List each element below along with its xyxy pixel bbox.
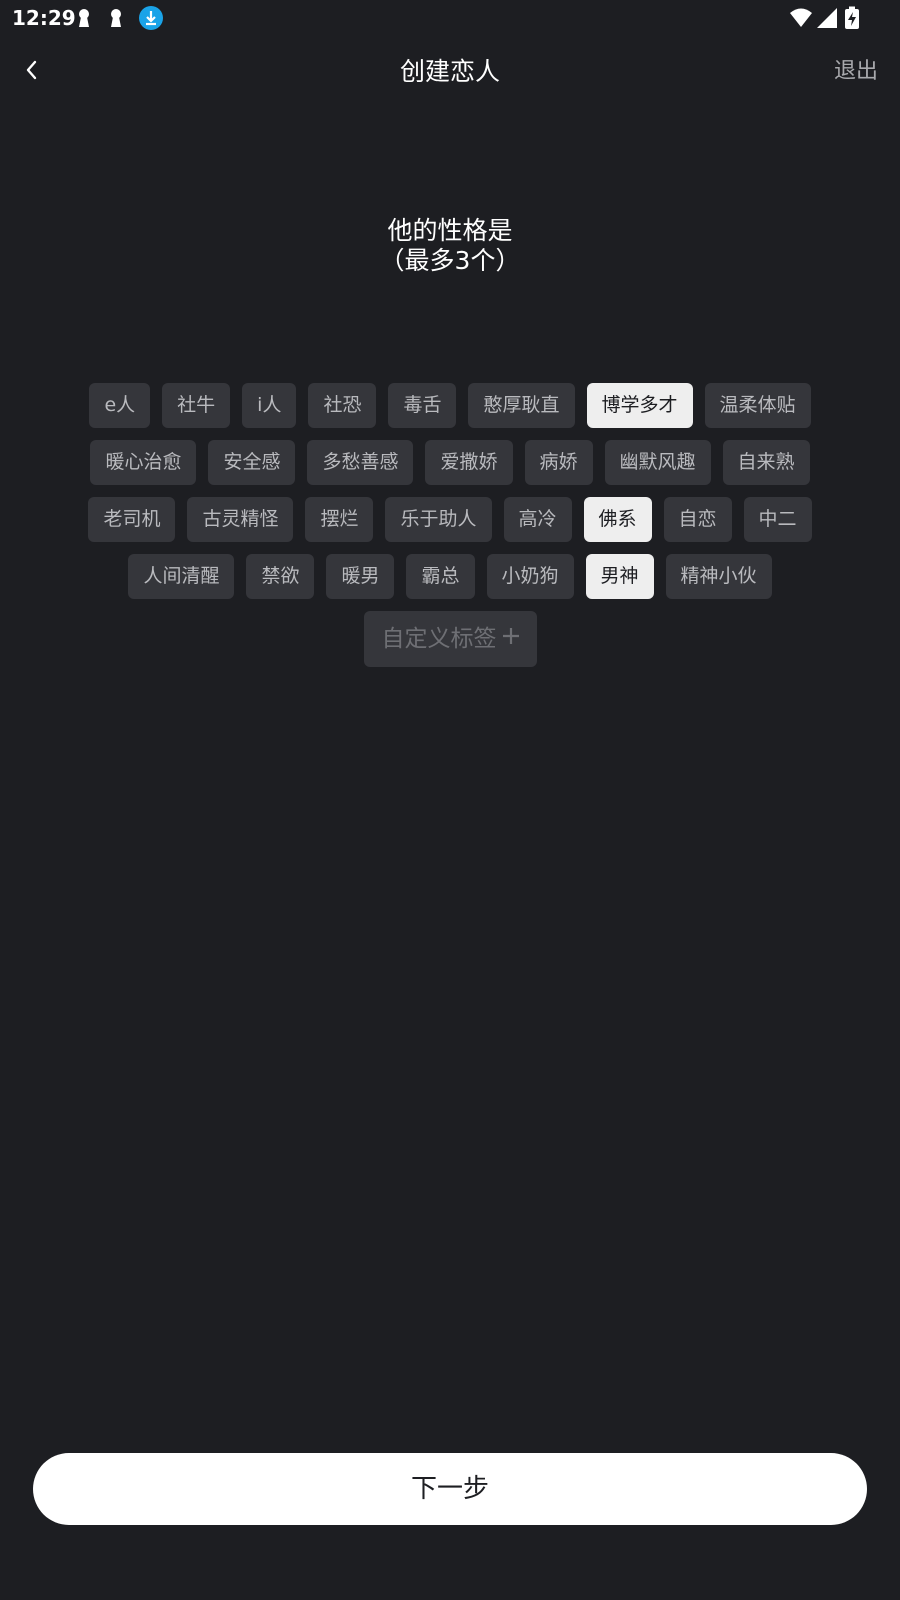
personality-tag-selected[interactable]: 博学多才	[586, 383, 693, 428]
personality-tag[interactable]: 高冷	[503, 497, 572, 542]
status-bar: 12:29	[0, 0, 900, 36]
next-step-button[interactable]: 下一步	[33, 1453, 867, 1525]
page-title: 创建恋人	[399, 57, 500, 86]
tag-row: 人间清醒 禁欲 暖男 霸总 小奶狗 男神 精神小伙	[60, 554, 840, 599]
personality-tag[interactable]: 霸总	[406, 554, 475, 599]
personality-tag[interactable]: 暖男	[326, 554, 395, 599]
personality-tag[interactable]: 自恋	[663, 497, 732, 542]
personality-tag[interactable]: 温柔体贴	[704, 383, 811, 428]
personality-tag-list: e人 社牛 i人 社恐 毒舌 憨厚耿直 博学多才 温柔体贴 暖心治愈 安全感 多愁善感 爱撒娇 病娇 幽默…	[60, 383, 840, 667]
custom-tag-row: 自定义标签	[60, 611, 840, 667]
custom-tag-button[interactable]: 自定义标签	[363, 611, 537, 667]
question-title: 他的性格是	[387, 216, 513, 245]
personality-tag[interactable]: 老司机	[88, 497, 176, 542]
personality-tag[interactable]: 毒舌	[388, 383, 457, 428]
personality-tag-selected[interactable]: 佛系	[583, 497, 652, 542]
personality-tag[interactable]: 人间清醒	[128, 554, 235, 599]
personality-tag[interactable]: 暖心治愈	[90, 440, 197, 485]
keyhole-icon	[72, 6, 96, 30]
personality-tag[interactable]: 社恐	[308, 383, 377, 428]
personality-tag[interactable]: 安全感	[208, 440, 296, 485]
personality-tag[interactable]: 乐于助人	[385, 497, 492, 542]
battery-charging-icon	[840, 6, 864, 30]
personality-tag-selected[interactable]: 男神	[585, 554, 654, 599]
wifi-icon	[789, 6, 813, 30]
question-hint: （最多3个）	[379, 246, 521, 275]
tag-row: 老司机 古灵精怪 摆烂 乐于助人 高冷 佛系 自恋 中二	[60, 497, 840, 542]
download-icon	[139, 6, 163, 30]
personality-tag[interactable]: 小奶狗	[486, 554, 574, 599]
personality-tag[interactable]: 憨厚耿直	[468, 383, 575, 428]
personality-tag[interactable]: 幽默风趣	[604, 440, 711, 485]
question-heading: 他的性格是 （最多3个）	[0, 216, 900, 276]
personality-tag[interactable]: 中二	[743, 497, 812, 542]
tag-row: 暖心治愈 安全感 多愁善感 爱撒娇 病娇 幽默风趣 自来熟	[60, 440, 840, 485]
status-time: 12:29	[12, 6, 76, 30]
plus-icon	[501, 611, 521, 667]
header: 创建恋人 退出	[0, 40, 900, 110]
personality-tag[interactable]: e人	[89, 383, 151, 428]
signal-icon	[815, 6, 839, 30]
personality-tag[interactable]: 禁欲	[246, 554, 315, 599]
personality-tag[interactable]: 社牛	[162, 383, 231, 428]
personality-tag[interactable]: 精神小伙	[665, 554, 772, 599]
tag-row: e人 社牛 i人 社恐 毒舌 憨厚耿直 博学多才 温柔体贴	[60, 383, 840, 428]
personality-tag[interactable]: 摆烂	[305, 497, 374, 542]
create-lover-screen: 12:29 创建恋人 退出 他的性格是 （最多3个） e人 社牛 i人 社恐 毒…	[0, 0, 900, 1600]
exit-button[interactable]: 退出	[834, 56, 878, 88]
keyhole-icon	[104, 6, 128, 30]
personality-tag[interactable]: 爱撒娇	[425, 440, 513, 485]
personality-tag[interactable]: 自来熟	[722, 440, 810, 485]
personality-tag[interactable]: 古灵精怪	[187, 497, 294, 542]
personality-tag[interactable]: i人	[242, 383, 297, 428]
personality-tag[interactable]: 多愁善感	[307, 440, 414, 485]
personality-tag[interactable]: 病娇	[524, 440, 593, 485]
custom-tag-label: 自定义标签	[381, 626, 497, 652]
